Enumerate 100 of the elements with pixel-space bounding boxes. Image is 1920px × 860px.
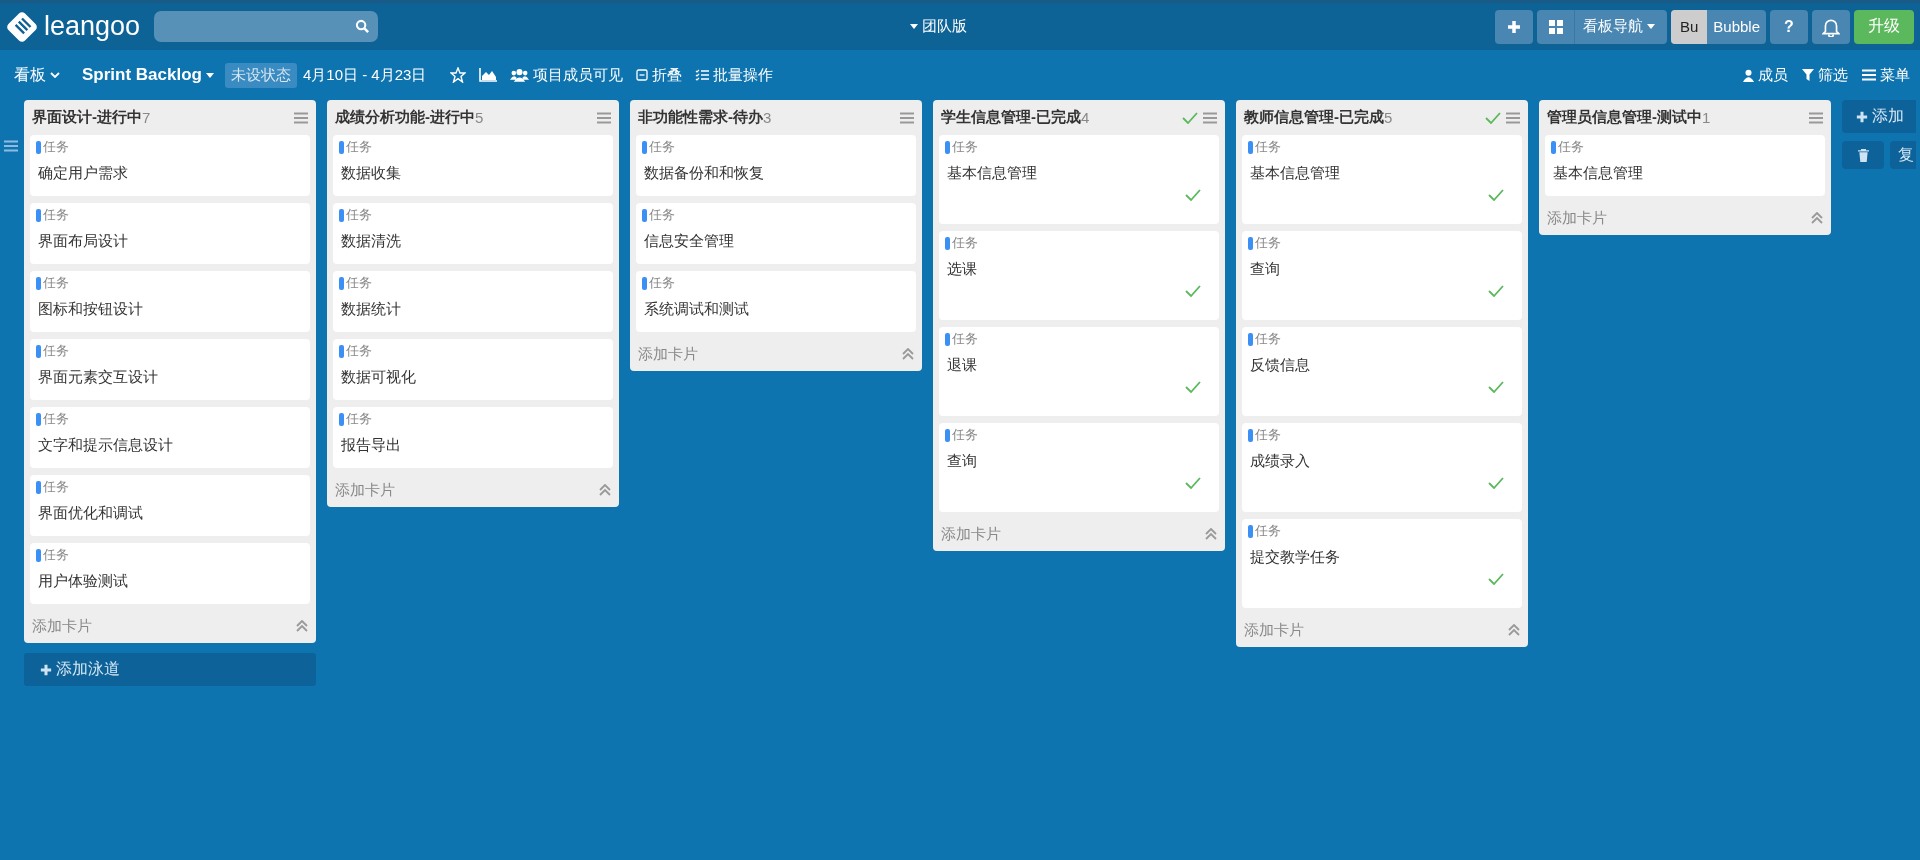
list-title[interactable]: 学生信息管理-已完成 xyxy=(941,108,1081,127)
user-avatar[interactable]: Bu xyxy=(1671,9,1708,44)
card-type: 任务 xyxy=(346,410,372,428)
task-card[interactable]: 任务 界面布局设计 xyxy=(30,203,310,264)
collapse-up-icon[interactable] xyxy=(1811,212,1823,224)
task-card[interactable]: 任务 界面元素交互设计 xyxy=(30,339,310,400)
grid-button[interactable] xyxy=(1537,9,1576,44)
task-card[interactable]: 任务 文字和提示信息设计 xyxy=(30,407,310,468)
card-type-marker xyxy=(642,208,647,222)
task-card[interactable]: 任务 数据收集 xyxy=(333,135,613,196)
collapse-up-icon[interactable] xyxy=(1205,528,1217,540)
search-field[interactable] xyxy=(154,11,378,42)
menu-icon[interactable] xyxy=(900,111,914,124)
board-menu[interactable]: 看板 xyxy=(8,60,70,90)
task-card[interactable]: 任务 查询 xyxy=(1242,231,1522,320)
menu-button[interactable]: 菜单 xyxy=(1862,65,1910,85)
menu-icon[interactable] xyxy=(1203,111,1217,124)
caret-icon xyxy=(1647,24,1656,29)
card-title: 数据备份和和恢复 xyxy=(644,164,765,183)
task-card[interactable]: 任务 系统调试和测试 xyxy=(636,271,916,332)
card-type: 任务 xyxy=(1255,138,1281,156)
card-title: 界面元素交互设计 xyxy=(38,368,159,387)
list-title[interactable]: 管理员信息管理-测试中 xyxy=(1547,108,1702,127)
task-card[interactable]: 任务 成绩录入 xyxy=(1242,423,1522,512)
add-lane-button[interactable]: 添加泳道 xyxy=(24,653,316,686)
menu-icon[interactable] xyxy=(1506,111,1520,124)
list-title[interactable]: 非功能性需求-待办 xyxy=(638,108,763,127)
card-type-marker xyxy=(1248,524,1253,538)
fold-button[interactable]: 折叠 xyxy=(636,65,683,85)
card-count: 7 xyxy=(142,109,151,126)
task-card[interactable]: 任务 基本信息管理 xyxy=(939,135,1219,224)
task-card[interactable]: 任务 反馈信息 xyxy=(1242,327,1522,416)
card-type-marker xyxy=(36,276,41,290)
collapse-up-icon[interactable] xyxy=(296,620,308,632)
task-card[interactable]: 任务 退课 xyxy=(939,327,1219,416)
task-card[interactable]: 任务 信息安全管理 xyxy=(636,203,916,264)
card-type-marker xyxy=(36,548,41,562)
card-title: 信息安全管理 xyxy=(644,232,735,251)
card-type-marker xyxy=(36,480,41,494)
batch-operation-button[interactable]: 批量操作 xyxy=(695,65,774,85)
list-title[interactable]: 成绩分析功能-进行中 xyxy=(335,108,475,127)
menu-icon[interactable] xyxy=(1809,111,1823,124)
checklist-icon xyxy=(695,69,710,81)
card-type: 任务 xyxy=(43,546,69,564)
members-button[interactable]: 成员 xyxy=(1743,65,1788,85)
add-button[interactable] xyxy=(1495,9,1534,44)
list-title[interactable]: 界面设计-进行中 xyxy=(32,108,142,127)
card-type-marker xyxy=(642,276,647,290)
collapse-up-icon[interactable] xyxy=(902,348,914,360)
card-title: 选课 xyxy=(947,260,978,279)
task-card[interactable]: 任务 数据备份和和恢复 xyxy=(636,135,916,196)
card-title: 查询 xyxy=(1250,260,1281,279)
task-card[interactable]: 任务 数据可视化 xyxy=(333,339,613,400)
add-list-button[interactable]: 添加 xyxy=(1842,100,1916,133)
card-title: 查询 xyxy=(947,452,978,471)
task-card[interactable]: 任务 确定用户需求 xyxy=(30,135,310,196)
card-title: 界面布局设计 xyxy=(38,232,129,251)
card-type: 任务 xyxy=(43,206,69,224)
card-type-marker xyxy=(642,140,647,154)
board-nav-button[interactable]: 看板导航 xyxy=(1575,9,1668,44)
task-card[interactable]: 任务 查询 xyxy=(939,423,1219,512)
collapse-up-icon[interactable] xyxy=(599,484,611,496)
members-visibility-button[interactable]: 项目成员可见 xyxy=(510,65,624,85)
copy-button[interactable]: 复 xyxy=(1890,141,1916,169)
task-card[interactable]: 任务 提交教学任务 xyxy=(1242,519,1522,608)
task-card[interactable]: 任务 基本信息管理 xyxy=(1242,135,1522,224)
card-type-marker xyxy=(36,412,41,426)
card-type: 任务 xyxy=(1255,330,1281,348)
menu-icon[interactable] xyxy=(597,111,611,124)
task-card[interactable]: 任务 数据清洗 xyxy=(333,203,613,264)
card-type: 任务 xyxy=(1255,522,1281,540)
chart-button[interactable] xyxy=(479,68,498,82)
task-card[interactable]: 任务 基本信息管理 xyxy=(1545,135,1825,196)
card-count: 5 xyxy=(1384,109,1393,126)
task-card[interactable]: 任务 用户体验测试 xyxy=(30,543,310,604)
card-type: 任务 xyxy=(952,234,978,252)
card-type-marker xyxy=(339,344,344,358)
card-type-marker xyxy=(36,208,41,222)
user-name[interactable]: Bubble xyxy=(1707,9,1766,44)
menu-icon[interactable] xyxy=(294,111,308,124)
help-button[interactable]: ? xyxy=(1770,9,1808,44)
task-card[interactable]: 任务 图标和按钮设计 xyxy=(30,271,310,332)
task-card[interactable]: 任务 报告导出 xyxy=(333,407,613,468)
collapse-up-icon[interactable] xyxy=(1508,624,1520,636)
star-button[interactable] xyxy=(450,67,467,83)
task-card[interactable]: 任务 数据统计 xyxy=(333,271,613,332)
edition-dropdown[interactable]: 团队版 xyxy=(906,17,968,36)
list-title[interactable]: 教师信息管理-已完成 xyxy=(1244,108,1384,127)
logo-text: leangoo xyxy=(44,11,141,42)
date-range: 4月10日 - 4月23日 xyxy=(302,65,427,85)
plus-icon xyxy=(40,663,52,676)
card-type-marker xyxy=(945,140,950,154)
filter-button[interactable]: 筛选 xyxy=(1802,65,1848,85)
lane-menu-icon[interactable] xyxy=(4,140,18,152)
board-name[interactable]: Sprint Backlog xyxy=(82,65,218,85)
card-count: 3 xyxy=(763,109,772,126)
notification-button[interactable] xyxy=(1812,9,1850,44)
task-card[interactable]: 任务 界面优化和调试 xyxy=(30,475,310,536)
task-card[interactable]: 任务 选课 xyxy=(939,231,1219,320)
delete-button[interactable] xyxy=(1842,141,1884,169)
